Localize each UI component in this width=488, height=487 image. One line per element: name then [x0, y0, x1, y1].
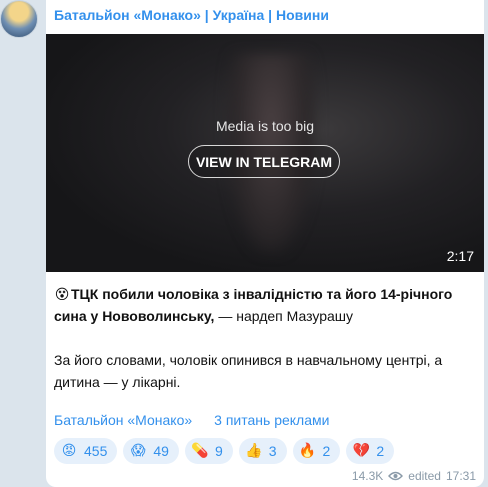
post-body: За його словами, чоловік опинився в навч…: [54, 352, 443, 390]
reaction-count: 2: [322, 443, 331, 459]
message-bubble: Батальйон «Монако» | Україна | Новини Me…: [46, 0, 484, 487]
post-headline-attribution: — нардеп Мазурашу: [214, 308, 353, 324]
view-in-telegram-button[interactable]: VIEW IN TELEGRAM: [188, 145, 340, 178]
reactions-bar: 😡 455 😱 49 💊 9 👍 3 🔥 2 💔 2: [54, 438, 395, 464]
view-count: 14.3K: [351, 469, 384, 483]
edited-label: edited: [408, 469, 441, 483]
reaction-pill[interactable]: 💊 9: [184, 438, 233, 464]
reaction-screaming[interactable]: 😱 49: [123, 438, 179, 464]
reaction-angry[interactable]: 😡 455: [54, 438, 118, 464]
channel-name[interactable]: Батальйон «Монако» | Україна | Новини: [54, 7, 329, 23]
ads-link[interactable]: 3 питань реклами: [214, 412, 329, 428]
video-duration: 2:17: [446, 248, 474, 264]
message-meta: 14.3K edited 17:31: [352, 469, 476, 483]
reaction-count: 9: [214, 443, 223, 459]
eye-icon: [388, 471, 404, 481]
reaction-thumbs-up[interactable]: 👍 3: [238, 438, 287, 464]
post-links: Батальйон «Монако» 3 питань реклами: [54, 412, 329, 428]
reaction-fire[interactable]: 🔥 2: [292, 438, 341, 464]
angry-face-icon: 😡: [61, 443, 77, 459]
screaming-face-icon: 😱: [131, 443, 146, 459]
channel-link[interactable]: Батальйон «Монако»: [54, 412, 192, 428]
reaction-count: 455: [84, 443, 108, 459]
reaction-count: 49: [153, 443, 169, 459]
broken-heart-icon: 💔: [352, 443, 371, 459]
reaction-count: 2: [376, 443, 385, 459]
media-too-big-notice: Media is too big: [215, 118, 315, 134]
dizzy-face-icon: 😵: [54, 287, 70, 303]
post-text: 😵 ТЦК побили чоловіка з інвалідністю та й…: [54, 283, 474, 393]
thumbs-up-icon: 👍: [245, 443, 263, 459]
reaction-broken-heart[interactable]: 💔 2: [346, 438, 395, 464]
fire-icon: 🔥: [298, 443, 317, 459]
video-media[interactable]: Media is too big VIEW IN TELEGRAM 2:17: [46, 34, 484, 272]
reaction-count: 3: [268, 443, 277, 459]
message-time: 17:31: [445, 469, 476, 483]
channel-avatar[interactable]: [0, 0, 38, 38]
pill-icon: 💊: [191, 443, 209, 459]
